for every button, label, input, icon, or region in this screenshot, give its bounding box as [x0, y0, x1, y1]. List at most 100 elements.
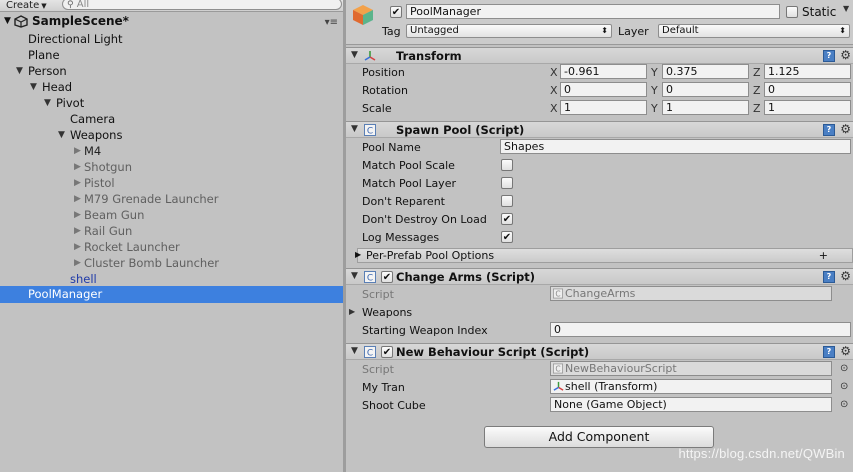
tree-item-pistol[interactable]: ▶ Pistol: [0, 175, 343, 191]
match-pool-scale-checkbox[interactable]: [501, 159, 513, 171]
expand-arrow-icon[interactable]: ▼: [351, 271, 358, 281]
svg-text:C: C: [367, 274, 373, 284]
collapse-arrow-icon[interactable]: ▶: [74, 223, 81, 239]
weapons-label[interactable]: Weapons: [362, 306, 412, 319]
script-field: C ChangeArms: [550, 286, 832, 301]
tree-item-head[interactable]: ▼ Head: [0, 79, 343, 95]
help-icon[interactable]: ?: [823, 124, 835, 136]
change-arms-header[interactable]: ▼ C ✔ Change Arms (Script) ? ⚙: [346, 268, 853, 285]
tree-item-shotgun[interactable]: ▶ Shotgun: [0, 159, 343, 175]
collapse-arrow-icon[interactable]: ▶: [74, 159, 81, 175]
tag-label: Tag: [382, 25, 401, 38]
component-enabled-checkbox[interactable]: ✔: [381, 271, 393, 283]
dont-reparent-checkbox[interactable]: [501, 195, 513, 207]
scale-label: Scale: [362, 102, 392, 115]
starting-weapon-index-field[interactable]: 0: [550, 322, 851, 337]
position-z-field[interactable]: 1.125: [764, 64, 851, 79]
scale-x-field[interactable]: 1: [560, 100, 647, 115]
collapse-arrow-icon[interactable]: ▶: [74, 255, 81, 271]
expand-arrow-icon[interactable]: ▼: [351, 124, 358, 134]
expand-arrow-icon[interactable]: ▼: [58, 127, 65, 143]
shoot-cube-field[interactable]: None (Game Object): [550, 397, 832, 412]
help-icon[interactable]: ?: [823, 50, 835, 62]
tree-item-camera[interactable]: Camera: [0, 111, 343, 127]
tree-item-m79[interactable]: ▶ M79 Grenade Launcher: [0, 191, 343, 207]
collapse-arrow-icon[interactable]: ▶: [74, 143, 81, 159]
per-prefab-pool-options[interactable]: ▶ Per-Prefab Pool Options +: [355, 248, 853, 263]
static-dropdown-icon[interactable]: ▼: [843, 4, 849, 13]
match-pool-layer-label: Match Pool Layer: [362, 177, 456, 190]
add-pool-button[interactable]: +: [819, 249, 828, 262]
component-enabled-checkbox[interactable]: ✔: [381, 346, 393, 358]
expand-arrow-icon[interactable]: ▼: [351, 346, 358, 356]
collapse-arrow-icon[interactable]: ▶: [349, 307, 355, 316]
expand-arrow-icon[interactable]: ▼: [351, 50, 358, 60]
script-icon: C: [364, 124, 376, 136]
tree-item-directional-light[interactable]: Directional Light: [0, 31, 343, 47]
hierarchy-search-input[interactable]: ⚲ All: [62, 0, 342, 10]
dont-destroy-checkbox[interactable]: ✔: [501, 213, 513, 225]
expand-arrow-icon[interactable]: ▼: [44, 95, 51, 111]
position-y-field[interactable]: 0.375: [662, 64, 749, 79]
collapse-arrow-icon[interactable]: ▶: [74, 207, 81, 223]
object-picker-icon[interactable]: ⊙: [840, 381, 848, 392]
transform-header[interactable]: ▼ Transform ? ⚙: [346, 47, 853, 64]
scene-menu-icon[interactable]: ▾≡: [325, 14, 338, 31]
object-picker-icon[interactable]: ⊙: [840, 399, 848, 410]
tree-item-label: Weapons: [70, 128, 123, 142]
gear-icon[interactable]: ⚙: [840, 344, 851, 358]
collapse-arrow-icon[interactable]: ▶: [74, 239, 81, 255]
tree-item-m4[interactable]: ▶ M4: [0, 143, 343, 159]
tree-item-beam-gun[interactable]: ▶ Beam Gun: [0, 207, 343, 223]
pool-name-field[interactable]: Shapes: [500, 139, 851, 154]
rotation-z-field[interactable]: 0: [764, 82, 851, 97]
tree-item-shell[interactable]: shell: [0, 271, 343, 287]
tree-item-plane[interactable]: Plane: [0, 47, 343, 63]
tree-item-pivot[interactable]: ▼ Pivot: [0, 95, 343, 111]
active-checkbox[interactable]: ✔: [390, 6, 402, 18]
gear-icon[interactable]: ⚙: [840, 122, 851, 136]
layer-dropdown[interactable]: Default ⬍: [658, 24, 850, 38]
rotation-x-field[interactable]: 0: [560, 82, 647, 97]
position-x-field[interactable]: -0.961: [560, 64, 647, 79]
tree-item-poolmanager[interactable]: PoolManager: [0, 286, 343, 303]
help-icon[interactable]: ?: [823, 346, 835, 358]
tree-item-weapons[interactable]: ▼ Weapons: [0, 127, 343, 143]
search-icon: ⚲: [67, 0, 74, 10]
help-icon[interactable]: ?: [823, 271, 835, 283]
tag-dropdown[interactable]: Untagged ⬍: [406, 24, 612, 38]
tree-item-label: Cluster Bomb Launcher: [84, 256, 220, 270]
tree-item-label: Beam Gun: [84, 208, 145, 222]
expand-arrow-icon[interactable]: ▼: [30, 79, 37, 95]
gear-icon[interactable]: ⚙: [840, 269, 851, 283]
tree-item-cluster-bomb[interactable]: ▶ Cluster Bomb Launcher: [0, 255, 343, 271]
scale-z-field[interactable]: 1: [764, 100, 851, 115]
object-picker-icon[interactable]: ⊙: [840, 363, 848, 374]
gear-icon[interactable]: ⚙: [840, 48, 851, 62]
collapse-arrow-icon[interactable]: ▶: [355, 250, 361, 259]
starting-weapon-index-label: Starting Weapon Index: [362, 324, 488, 337]
create-button[interactable]: Create ▼: [2, 0, 51, 11]
scene-row[interactable]: ▼ SampleScene* ▾≡: [0, 13, 343, 30]
script-icon: C: [553, 363, 563, 374]
static-checkbox[interactable]: [786, 6, 798, 18]
collapse-arrow-icon[interactable]: ▶: [74, 191, 81, 207]
axis-x-label: X: [550, 102, 558, 115]
match-pool-layer-checkbox[interactable]: [501, 177, 513, 189]
log-messages-checkbox[interactable]: ✔: [501, 231, 513, 243]
my-tran-field[interactable]: shell (Transform): [550, 379, 832, 394]
object-name-field[interactable]: PoolManager: [406, 4, 780, 19]
tree-item-person[interactable]: ▼ Person: [0, 63, 343, 79]
new-behaviour-header[interactable]: ▼ C ✔ New Behaviour Script (Script) ? ⚙: [346, 343, 853, 360]
expand-arrow-icon[interactable]: ▼: [16, 63, 23, 79]
my-tran-value: shell (Transform): [565, 380, 658, 393]
tree-item-label: Plane: [28, 48, 60, 62]
rotation-y-field[interactable]: 0: [662, 82, 749, 97]
add-component-button[interactable]: Add Component: [484, 426, 714, 448]
collapse-arrow-icon[interactable]: ▶: [74, 175, 81, 191]
expand-arrow-icon[interactable]: ▼: [4, 13, 11, 30]
scale-y-field[interactable]: 1: [662, 100, 749, 115]
tree-item-rocket-launcher[interactable]: ▶ Rocket Launcher: [0, 239, 343, 255]
tree-item-rail-gun[interactable]: ▶ Rail Gun: [0, 223, 343, 239]
spawn-pool-header[interactable]: ▼ C Spawn Pool (Script) ? ⚙: [346, 121, 853, 138]
